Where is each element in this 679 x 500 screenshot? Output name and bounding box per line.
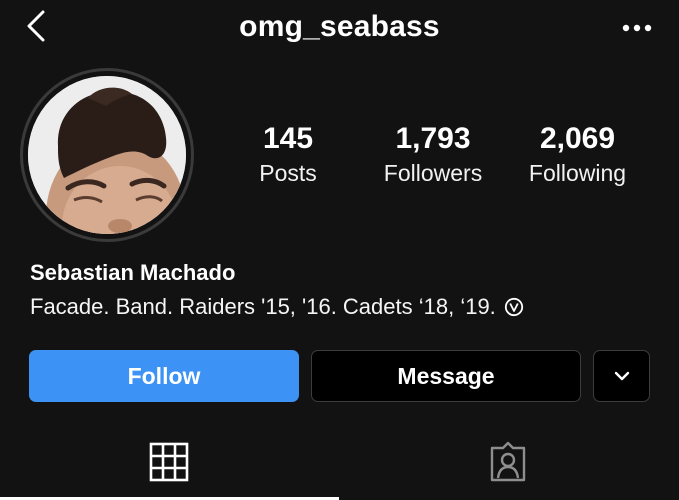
tab-tagged[interactable]: [484, 438, 532, 486]
posts-label: Posts: [259, 160, 317, 186]
followers-count: 1,793: [395, 122, 471, 155]
follow-button[interactable]: Follow: [29, 350, 299, 402]
following-label: Following: [528, 160, 627, 186]
more-horizontal-icon: [622, 24, 652, 32]
grid-icon: [149, 442, 189, 482]
stat-posts[interactable]: 145 Posts: [238, 120, 338, 188]
posts-count: 145: [262, 122, 314, 155]
profile-display-name: Sebastian Machado: [30, 260, 236, 285]
stat-followers[interactable]: 1,793 Followers: [368, 120, 498, 188]
profile-header: omg_seabass: [0, 0, 679, 56]
tagged-person-icon: [490, 441, 526, 482]
bio-text: Facade. Band. Raiders '15, '16. Cadets ‘…: [30, 294, 496, 319]
profile-username: omg_seabass: [239, 10, 440, 43]
profile-tabs: [0, 430, 679, 500]
circled-v-icon: [504, 297, 524, 317]
tab-grid[interactable]: [145, 438, 193, 486]
following-count: 2,069: [539, 122, 616, 155]
chevron-down-icon: [614, 371, 629, 381]
profile-stats: 145 Posts 1,793 Followers 2,069 Followin…: [0, 120, 679, 200]
stat-following[interactable]: 2,069 Following: [515, 120, 640, 188]
profile-bio: Facade. Band. Raiders '15, '16. Cadets ‘…: [30, 294, 524, 320]
followers-label: Followers: [383, 160, 483, 186]
message-button[interactable]: Message: [311, 350, 581, 402]
more-options-button[interactable]: [617, 14, 657, 42]
suggested-dropdown-button[interactable]: [593, 350, 650, 402]
